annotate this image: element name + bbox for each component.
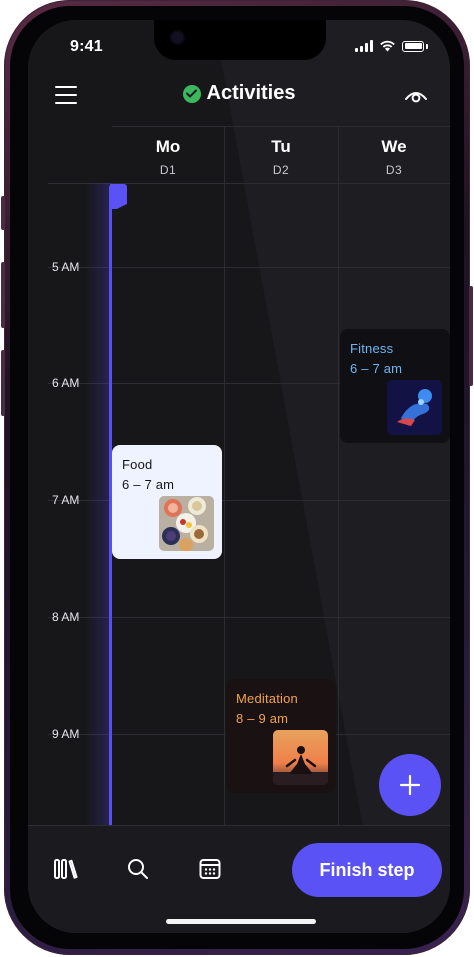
meditation-sunset-photo [273,730,328,785]
event-title: Meditation [236,691,298,706]
event-title: Fitness [350,341,394,356]
column-divider [224,126,225,826]
fitness-athlete-photo [387,380,442,435]
event-title: Food [122,457,153,472]
camera-notch [154,20,326,60]
food-bowls-photo [159,496,214,551]
library-icon[interactable] [53,856,79,882]
day-column-tu[interactable]: Tu D2 [225,127,337,177]
cellular-signal-icon [355,40,373,52]
title-group: Activities [28,82,450,105]
day-number: D3 [385,163,403,177]
event-time: 8 – 9 am [236,711,289,726]
page-title: Activities [206,82,296,104]
plus-icon [399,774,421,796]
status-time: 9:41 [70,38,103,55]
hour-label: 9 AM [52,727,80,741]
day-name: Tu [271,137,291,156]
event-card-food[interactable]: Food 6 – 7 am [112,445,222,559]
volume-down-button [1,350,5,416]
event-time: 6 – 7 am [122,477,175,492]
battery-icon [402,40,424,52]
volume-up-button [1,262,5,328]
day-header-row: Mo D1 Tu D2 We D3 [112,126,450,183]
app-screen: 9:41 Activities Mo D1 Tu D2 We D3 5 AM 6… [28,20,450,933]
day-name: Mo [155,137,181,156]
mute-switch [1,196,5,230]
add-activity-button[interactable] [379,754,441,816]
hour-label: 6 AM [52,376,80,390]
battery-cap [426,43,428,49]
event-time: 6 – 7 am [350,361,403,376]
event-card-fitness[interactable]: Fitness 6 – 7 am [340,329,450,443]
finish-step-button[interactable]: Finish step [292,843,442,897]
event-card-meditation[interactable]: Meditation 8 – 9 am [226,679,336,793]
check-circle-icon [182,84,201,103]
day-name: We [381,137,407,156]
day-number: D1 [159,163,177,177]
front-camera [172,32,183,43]
timeline-handle[interactable] [110,184,127,209]
day-number: D2 [272,163,290,177]
eye-icon[interactable] [404,86,428,106]
home-indicator [166,919,316,924]
day-column-mo[interactable]: Mo D1 [112,127,224,177]
power-button [469,286,473,386]
hour-label: 5 AM [52,260,80,274]
phone-frame: 9:41 Activities Mo D1 Tu D2 We D3 5 AM 6… [1,0,473,955]
day-column-we[interactable]: We D3 [338,127,450,177]
search-icon[interactable] [125,856,151,882]
bottom-toolbar: Finish step [28,825,450,933]
column-divider [338,126,339,826]
hour-label: 7 AM [52,493,80,507]
app-header: Activities [28,76,450,126]
status-icons [355,40,428,52]
wifi-icon [380,40,395,52]
hour-label: 8 AM [52,610,80,624]
calendar-icon[interactable] [197,856,223,882]
